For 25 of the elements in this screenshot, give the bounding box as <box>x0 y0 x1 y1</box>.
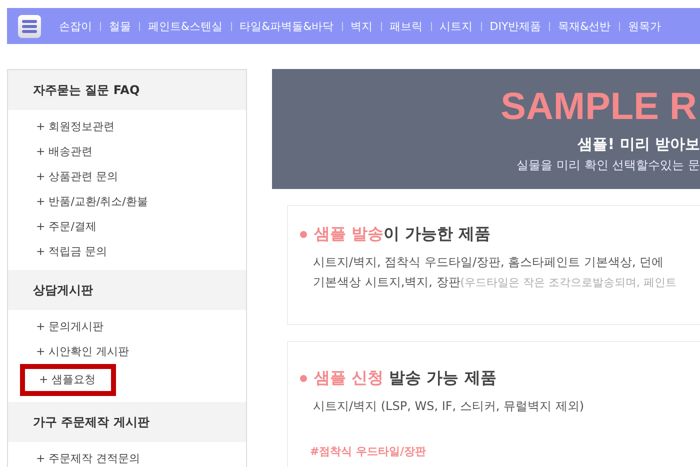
sidebar-item[interactable]: + 회원정보관련 <box>8 114 246 139</box>
sidebar-item[interactable]: + 적립금 문의 <box>8 239 246 264</box>
card-heading: 샘플 발송이 가능한 제품 <box>314 224 491 245</box>
card-text: 기본색상 시트지,벽지, 장판(우드타일은 작은 조각으로발송되며, 페인트 <box>313 274 678 291</box>
card-heading: 샘플 신청 발송 가능 제품 <box>314 368 496 389</box>
sidebar-heading: 상담게시판 <box>8 270 246 310</box>
card-text: 시트지/벽지 (LSP, WS, IF, 스티커, 뮤럴벽지 제외) <box>313 398 586 415</box>
bullet-icon <box>300 231 307 238</box>
card-text: 시트지/벽지, 점착식 우드타일/장판, 홈스타페인트 기본색상, 던에 <box>313 254 665 271</box>
banner-caption: 실물을 미리 확인 선택할수있는 문 <box>516 157 700 174</box>
sidebar-item[interactable]: + 배송관련 <box>8 139 246 164</box>
banner-title: SAMPLE R <box>500 85 697 129</box>
sidebar-item[interactable]: + 시안확인 게시판 <box>8 339 246 364</box>
banner-subtitle: 샘플! 미리 받아보 <box>576 135 700 154</box>
tag-label: #점착식 우드타일/장판 <box>310 444 428 459</box>
sidebar-item[interactable]: + 문의게시판 <box>8 314 246 339</box>
sidebar-heading: 자주묻는 질문 FAQ <box>8 70 246 110</box>
menu-icon[interactable] <box>18 14 41 38</box>
sidebar-item[interactable]: + 반품/교환/취소/환불 <box>8 189 246 214</box>
sidebar-item[interactable]: + 상품관련 문의 <box>8 164 246 189</box>
sidebar-item[interactable]: + 샘플요청 <box>20 364 116 396</box>
sidebar-item[interactable]: + 주문/결제 <box>8 214 246 239</box>
bullet-icon <box>300 375 307 382</box>
sidebar-heading: 가구 주문제작 게시판 <box>8 402 246 442</box>
sidebar-item[interactable]: + 주문제작 견적문의 <box>8 446 246 467</box>
